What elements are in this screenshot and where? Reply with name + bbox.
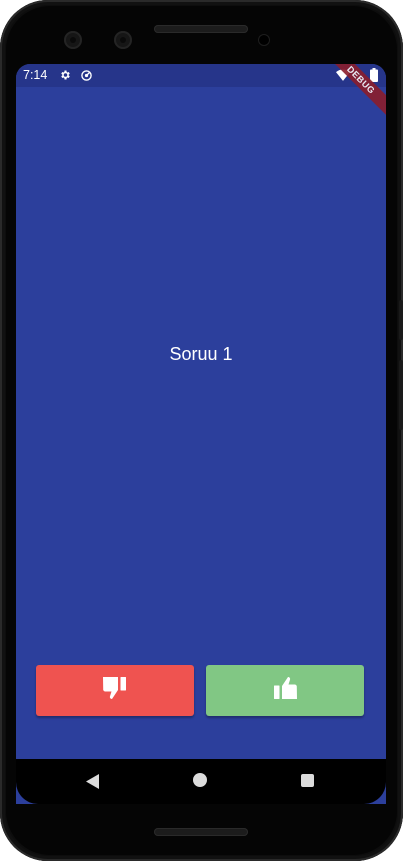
front-camera-icon	[64, 31, 82, 49]
bottom-speaker	[154, 828, 248, 836]
back-icon[interactable]	[86, 774, 100, 794]
gear-icon	[59, 69, 71, 84]
sync-icon	[80, 69, 93, 85]
status-bar: 7:14 DEBUG	[16, 64, 386, 117]
home-icon[interactable]	[193, 773, 207, 787]
app-screen: 7:14 DEBUG Soruu 1	[16, 64, 386, 804]
question-text: Soruu 1	[169, 344, 233, 364]
thumbs-down-icon	[101, 675, 129, 706]
true-button[interactable]	[206, 665, 364, 716]
navigation-bar	[16, 759, 386, 804]
false-button[interactable]	[36, 665, 194, 716]
thumbs-up-icon	[271, 675, 299, 706]
power-button	[399, 300, 403, 340]
earpiece-speaker	[154, 25, 248, 33]
proximity-sensor	[259, 35, 269, 45]
status-time: 7:14	[23, 68, 48, 82]
recents-icon[interactable]	[301, 774, 314, 787]
volume-button	[399, 360, 403, 430]
front-camera-icon	[114, 31, 132, 49]
